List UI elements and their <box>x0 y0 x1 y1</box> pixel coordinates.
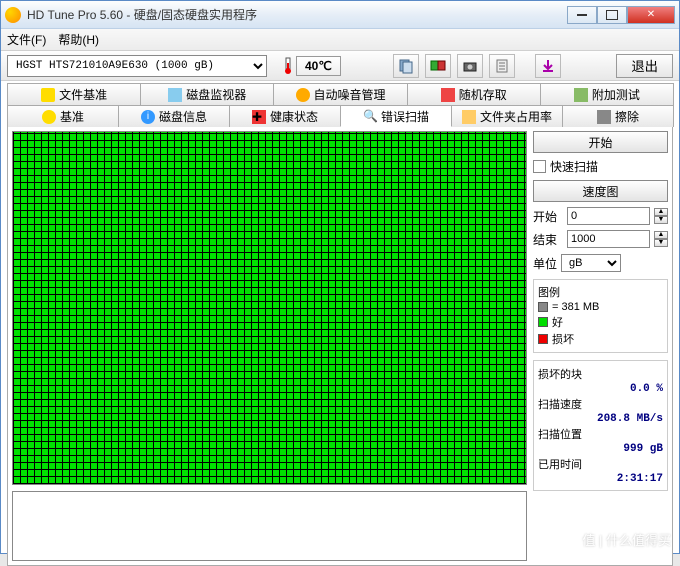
magnifier-icon: 🔍 <box>363 109 377 123</box>
tab-random-access[interactable]: 随机存取 <box>407 83 541 105</box>
window-title: HD Tune Pro 5.60 - 硬盘/固态硬盘实用程序 <box>27 6 567 23</box>
tab-erase[interactable]: 擦除 <box>562 105 674 127</box>
legend-bad: 损坏 <box>552 331 574 347</box>
tab-benchmark[interactable]: 基准 <box>7 105 119 127</box>
scan-block-map <box>12 131 527 485</box>
quick-scan-row: 快速扫描 <box>533 158 668 175</box>
legend-block-icon <box>538 302 548 312</box>
close-button[interactable]: ✕ <box>627 6 675 24</box>
legend-title: 图例 <box>538 284 663 300</box>
screenshot-button[interactable] <box>457 54 483 78</box>
damaged-label: 损坏的块 <box>538 366 582 382</box>
tab-aam[interactable]: 自动噪音管理 <box>273 83 407 105</box>
error-scan-panel: 开始 快速扫描 速度图 开始 0 ▲▼ 结束 1000 ▲▼ 单位 <box>7 126 673 566</box>
speed-value: 208.8 MB/s <box>597 413 663 425</box>
unit-label: 单位 <box>533 255 557 272</box>
time-value: 2:31:17 <box>617 473 663 485</box>
tab-file-benchmark[interactable]: 文件基准 <box>7 83 141 105</box>
start-spin-up[interactable]: ▲ <box>654 208 668 216</box>
start-button[interactable]: 开始 <box>533 131 668 153</box>
unit-row: 单位 gB <box>533 254 668 272</box>
erase-icon <box>597 110 611 124</box>
window-controls: ✕ <box>567 6 675 24</box>
unit-select[interactable]: gB <box>561 254 621 272</box>
thermometer-icon <box>283 57 293 75</box>
start-input[interactable]: 0 <box>567 207 650 225</box>
exit-button[interactable]: 退出 <box>616 54 673 78</box>
bench-icon <box>42 110 56 124</box>
end-label: 结束 <box>533 231 563 248</box>
app-window: HD Tune Pro 5.60 - 硬盘/固态硬盘实用程序 ✕ 文件(F) 帮… <box>0 0 680 554</box>
tab-row-bottom: 基准 i磁盘信息 ✚健康状态 🔍错误扫描 文件夹占用率 擦除 <box>7 105 673 127</box>
legend-ok-icon <box>538 317 548 327</box>
speed-map-button[interactable]: 速度图 <box>533 180 668 202</box>
health-icon: ✚ <box>252 110 266 124</box>
tab-info[interactable]: i磁盘信息 <box>118 105 230 127</box>
tabs-area: 文件基准 磁盘监视器 自动噪音管理 随机存取 附加测试 基准 i磁盘信息 ✚健康… <box>1 81 679 566</box>
left-pane <box>12 131 527 561</box>
tab-health[interactable]: ✚健康状态 <box>229 105 341 127</box>
copy-info-button[interactable] <box>393 54 419 78</box>
temperature-value: 40℃ <box>296 56 341 76</box>
scanned-blocks <box>13 132 526 484</box>
tab-row-top: 文件基准 磁盘监视器 自动噪音管理 随机存取 附加测试 <box>7 83 673 105</box>
pos-label: 扫描位置 <box>538 426 582 442</box>
titlebar: HD Tune Pro 5.60 - 硬盘/固态硬盘实用程序 ✕ <box>1 1 679 29</box>
menubar: 文件(F) 帮助(H) <box>1 29 679 51</box>
folder-icon <box>462 110 476 124</box>
legend-block-size: = 381 MB <box>552 301 599 313</box>
tab-disk-monitor[interactable]: 磁盘监视器 <box>140 83 274 105</box>
toolbar: HGST HTS721010A9E630 (1000 gB) 40℃ 退出 <box>1 51 679 81</box>
stats-box: 损坏的块 0.0 % 扫描速度 208.8 MB/s 扫描位置 999 gB 已… <box>533 360 668 491</box>
options-button[interactable] <box>489 54 515 78</box>
quick-scan-checkbox[interactable] <box>533 160 546 173</box>
speaker-icon <box>296 88 310 102</box>
extra-icon <box>574 88 588 102</box>
right-pane: 开始 快速扫描 速度图 开始 0 ▲▼ 结束 1000 ▲▼ 单位 <box>533 131 668 561</box>
info-icon: i <box>141 110 155 124</box>
legend-bad-icon <box>538 334 548 344</box>
drive-select[interactable]: HGST HTS721010A9E630 (1000 gB) <box>7 55 267 77</box>
damaged-value: 0.0 % <box>630 383 663 395</box>
app-icon <box>5 7 21 23</box>
speed-label: 扫描速度 <box>538 396 582 412</box>
tab-error-scan[interactable]: 🔍错误扫描 <box>340 105 452 127</box>
save-button[interactable] <box>535 54 561 78</box>
file-bench-icon <box>41 88 55 102</box>
menu-file[interactable]: 文件(F) <box>7 31 46 48</box>
start-label: 开始 <box>533 208 563 225</box>
legend-ok: 好 <box>552 314 563 330</box>
temperature-display: 40℃ <box>283 56 341 76</box>
end-spin-down[interactable]: ▼ <box>654 239 668 247</box>
start-field-row: 开始 0 ▲▼ <box>533 207 668 225</box>
tab-folder-usage[interactable]: 文件夹占用率 <box>451 105 563 127</box>
monitor-icon <box>168 88 182 102</box>
time-label: 已用时间 <box>538 456 582 472</box>
start-spin-down[interactable]: ▼ <box>654 216 668 224</box>
maximize-button[interactable] <box>597 6 627 24</box>
menu-help[interactable]: 帮助(H) <box>58 31 99 48</box>
pos-value: 999 gB <box>623 443 663 455</box>
log-output <box>12 491 527 561</box>
end-spin-up[interactable]: ▲ <box>654 231 668 239</box>
quick-scan-label: 快速扫描 <box>550 158 598 175</box>
copy-screenshot-button[interactable] <box>425 54 451 78</box>
watermark: 值 | 什么值得买 <box>582 530 671 549</box>
tab-extra-tests[interactable]: 附加测试 <box>540 83 674 105</box>
random-icon <box>441 88 455 102</box>
minimize-button[interactable] <box>567 6 597 24</box>
legend-box: 图例 = 381 MB 好 损坏 <box>533 279 668 353</box>
end-input[interactable]: 1000 <box>567 230 650 248</box>
end-field-row: 结束 1000 ▲▼ <box>533 230 668 248</box>
